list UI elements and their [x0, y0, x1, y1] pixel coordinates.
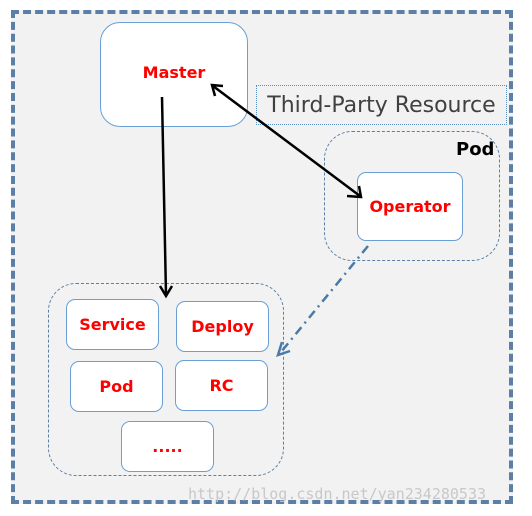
operator-to-resources-dashdot-arrow — [276, 245, 369, 357]
connectors — [158, 83, 369, 357]
master-to-resources-arrow — [158, 96, 174, 299]
watermark: http://blog.csdn.net/yan234280533 — [188, 485, 487, 503]
master-operator-double-arrow — [210, 83, 363, 199]
